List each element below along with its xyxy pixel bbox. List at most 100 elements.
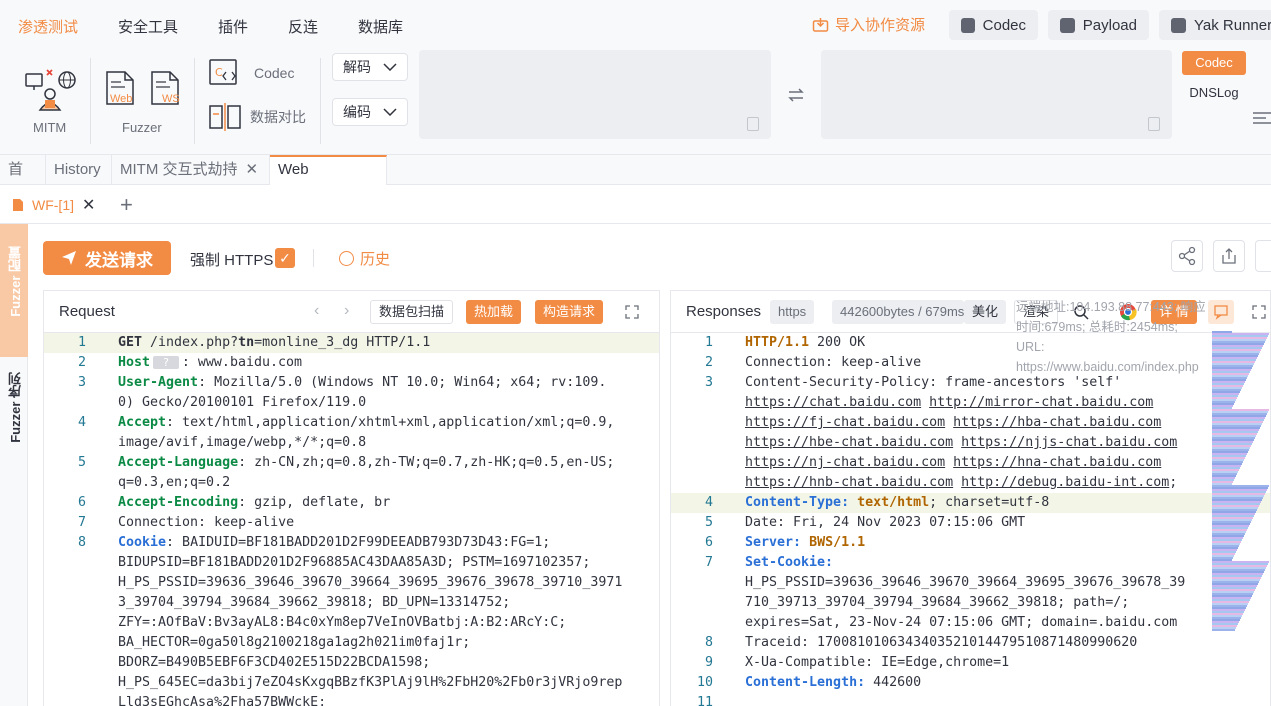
file-icon — [13, 199, 23, 211]
divider — [90, 58, 91, 144]
code-token: H_PS_645EC=da3bij7eZO4sKxgqBBzfK3PlAj9lH… — [118, 675, 623, 690]
response-title: Responses — [686, 303, 762, 320]
subtab-wf-1[interactable]: WF-[1] ✕ — [0, 186, 108, 224]
code-line: https://hnb-chat.baidu.com http://debug.… — [671, 473, 1270, 493]
code-line: 4 Accept: text/html,application/xhtml+xml… — [44, 413, 659, 433]
code-token: Date: Fri, 24 Nov 2023 07:15:06 GMT — [745, 515, 1026, 530]
codec-output-area[interactable] — [821, 50, 1172, 139]
code-line: BA_HECTOR=0ga50l8g2100218ga1ag2h021im0fa… — [44, 633, 659, 653]
tab-home[interactable]: 首页 — [0, 155, 46, 208]
line-number: 6 — [704, 535, 713, 550]
menu-security-tools[interactable]: 安全工具 — [118, 16, 178, 37]
code-text: ZFY=:AOfBaV:Bv3ayAL8:B4c0xYm8ep7VeInOVBa… — [118, 613, 566, 633]
code-text: 3_39704_39794_39684_39662_39818; BD_UPN=… — [118, 593, 510, 613]
dnslog-button[interactable]: DNSLog — [1182, 81, 1246, 105]
code-line: 9 X-Ua-Compatible: IE=Edge,chrome=1 — [671, 653, 1270, 673]
encode-dropdown[interactable]: 编码 — [332, 98, 408, 126]
history-button[interactable]: 历史 — [339, 248, 390, 269]
line-number: 9 — [704, 655, 713, 670]
fuzzer-label: Fuzzer — [122, 120, 162, 135]
top-menu-bar: 渗透测试 安全工具 插件 反连 数据库 导入协作资源 Codec Payload… — [0, 0, 1271, 50]
code-token: BDORZ=B490B5EBF6F3CD402E515D22BCDA1598; — [118, 655, 431, 670]
payload-quick-button[interactable]: Payload — [1048, 10, 1149, 40]
response-editor[interactable]: 1 HTTP/1.1 200 OK 2 Connection: keep-alive 3… — [671, 333, 1270, 706]
import-collab-button[interactable]: 导入协作资源 — [812, 14, 925, 35]
copy-icon[interactable] — [747, 117, 759, 131]
code-token: 710_39713_39704_39794_39684_39662_39818;… — [745, 595, 1130, 610]
force-https-checkbox[interactable]: ✓ — [275, 248, 295, 268]
force-https-label: 强制 HTTPS — [190, 252, 274, 269]
beautify-button[interactable]: 美化 — [964, 300, 1007, 324]
codec-quick-label: Codec — [982, 16, 1026, 34]
tab-mitm[interactable]: MITM 交互式劫持 ✕ — [112, 155, 270, 185]
tab-web-fuzzer[interactable]: Web Fuzzer✕ — [270, 155, 387, 204]
code-line: 10 Content-Length: 442600 — [671, 673, 1270, 693]
side-codec-button[interactable]: Codec — [1182, 51, 1246, 75]
fuzzer-config-toggle[interactable]: Fuzzer 配置 — [0, 224, 28, 357]
import-label: 导入协作资源 — [835, 17, 926, 34]
fuzzer-sequence-label[interactable]: Fuzzer 序列 — [6, 372, 25, 443]
close-icon[interactable]: ✕ — [82, 195, 95, 215]
minimap-stripe — [1212, 629, 1235, 631]
share-button[interactable] — [1171, 240, 1203, 272]
code-line: 710_39713_39704_39794_39684_39662_39818;… — [671, 593, 1270, 613]
chevron-left-icon[interactable]: ‹ — [314, 302, 319, 320]
code-token: 200 OK — [809, 335, 866, 350]
codec-tool[interactable]: C Codec — [208, 58, 294, 88]
comment-button[interactable] — [1208, 300, 1234, 324]
comment-icon — [1214, 305, 1228, 320]
copy-icon[interactable] — [1148, 117, 1160, 131]
code-line: 3 User-Agent: Mozilla/5.0 (Windows NT 10.… — [44, 373, 659, 393]
more-button[interactable] — [1255, 240, 1271, 272]
menu-database[interactable]: 数据库 — [358, 16, 403, 37]
menu-pentest[interactable]: 渗透测试 — [18, 16, 78, 37]
code-text: Content-Length: 442600 — [745, 673, 921, 693]
divider — [320, 58, 321, 144]
add-tab-button[interactable]: + — [120, 192, 133, 218]
code-token: 3_39704_39794_39684_39662_39818; BD_UPN=… — [118, 595, 511, 610]
list-icon[interactable] — [1252, 110, 1271, 126]
code-token: : Mozilla/5.0 (Windows NT 10.0; Win64; x… — [198, 375, 607, 390]
compare-label: 数据对比 — [250, 109, 306, 125]
line-number: 3 — [704, 375, 713, 390]
tab-history[interactable]: History — [46, 155, 112, 185]
yakrunner-quick-button[interactable]: Yak Runner — [1159, 10, 1271, 40]
mitm-icon[interactable] — [24, 64, 78, 112]
export-button[interactable] — [1213, 240, 1245, 272]
code-token: https://hbe-chat.baidu.com — [745, 435, 954, 450]
send-request-button[interactable]: 发送请求 — [43, 241, 171, 275]
code-line: 8 Traceid: 170081010634340352101447951087… — [671, 633, 1270, 653]
codec-quick-button[interactable]: Codec — [949, 10, 1038, 40]
line-number: 8 — [77, 535, 86, 550]
code-text: Set-Cookie: — [745, 553, 833, 573]
chevron-right-icon[interactable]: › — [344, 302, 349, 320]
swap-icon[interactable] — [787, 86, 805, 104]
code-line: 4 Content-Type: text/html; charset=utf-8 — [671, 493, 1270, 513]
build-request-button[interactable]: 构造请求 — [535, 300, 604, 324]
code-token: https://njjs-chat.baidu.com — [961, 435, 1178, 450]
code-token: http://mirror-chat.baidu.com — [929, 395, 1154, 410]
code-token: text/html — [857, 495, 930, 510]
ws-label: WS — [162, 93, 180, 105]
codec-input-area[interactable] — [419, 50, 771, 139]
menu-plugins[interactable]: 插件 — [218, 16, 248, 37]
code-token: ; — [1169, 475, 1178, 490]
fullscreen-icon[interactable] — [1252, 305, 1266, 319]
request-editor[interactable]: 1 GET /index.php?tn=monline_3_dg HTTP/1.1… — [44, 333, 659, 706]
hot-load-button[interactable]: 热加载 — [466, 300, 522, 324]
web-label: Web — [110, 93, 133, 105]
packet-scan-button[interactable]: 数据包扫描 — [370, 300, 454, 324]
response-minimap[interactable] — [1210, 331, 1271, 640]
decode-dropdown[interactable]: 解码 — [332, 53, 408, 81]
code-token: : zh-CN,zh;q=0.8,zh-TW;q=0.7,zh-HK;q=0.5… — [238, 455, 615, 470]
payload-icon — [1060, 17, 1075, 33]
compare-tool[interactable]: 数据对比 — [208, 102, 306, 132]
code-token: : gzip, deflate, br — [238, 495, 391, 510]
code-token: Traceid: 1700810106343403521014479510871… — [745, 635, 1138, 650]
fullscreen-icon[interactable] — [625, 305, 639, 319]
divider — [194, 58, 195, 144]
menu-reverse[interactable]: 反连 — [288, 16, 318, 37]
close-icon[interactable]: ✕ — [246, 161, 259, 178]
